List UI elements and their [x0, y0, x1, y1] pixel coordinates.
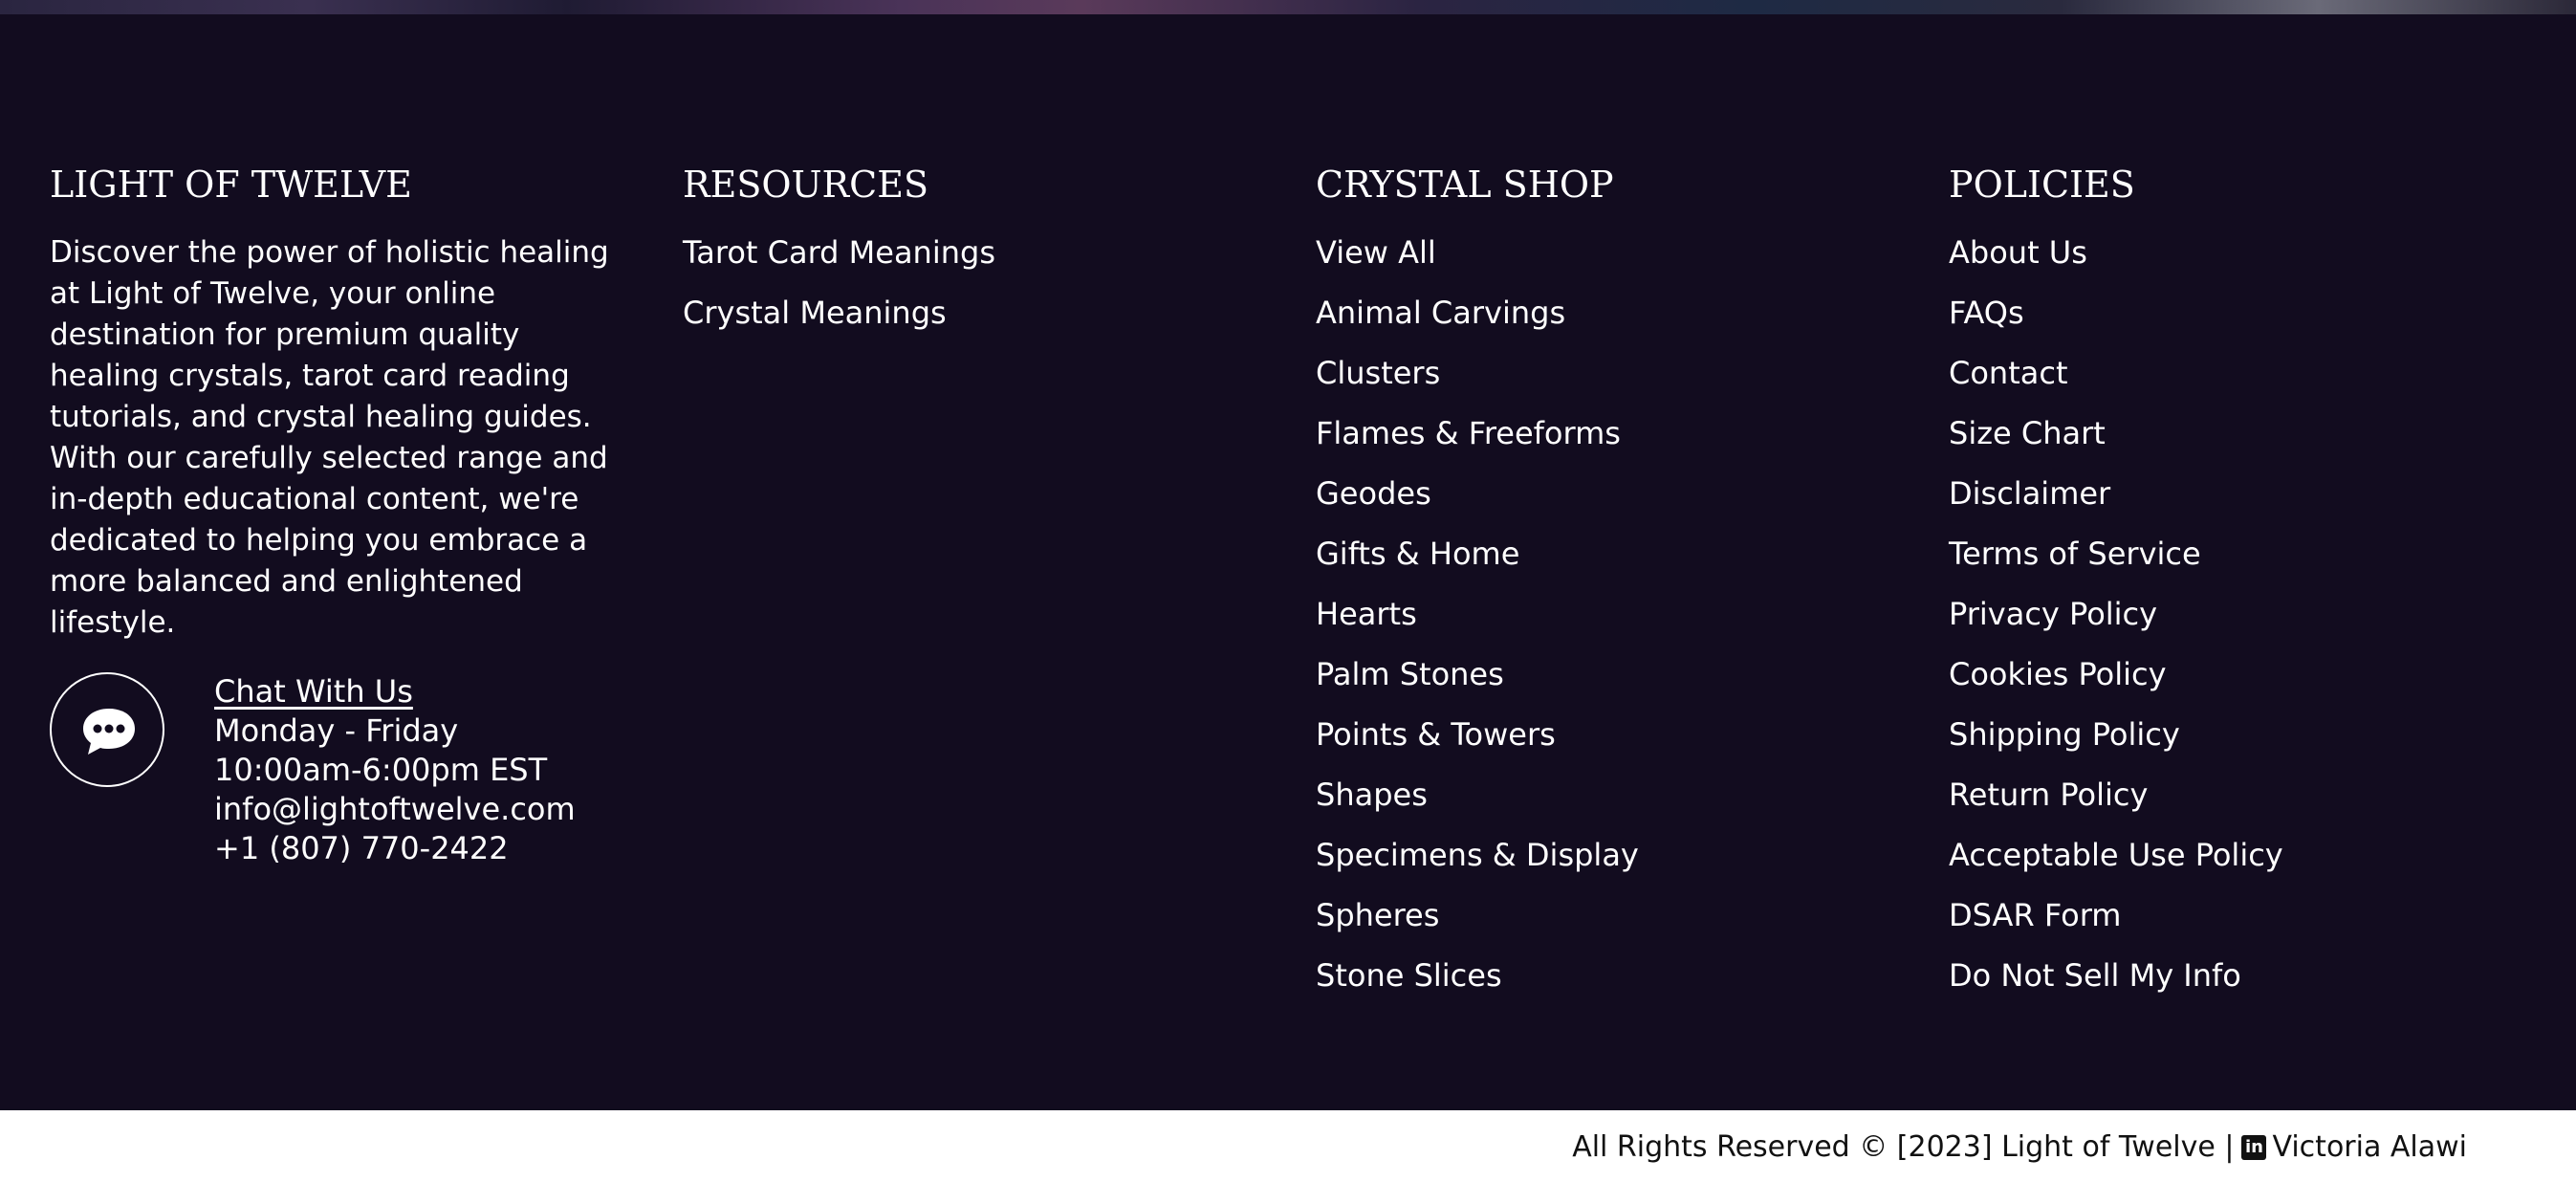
list-item: Palm Stones: [1316, 654, 1889, 714]
chat-with-us-link[interactable]: Chat With Us: [214, 673, 413, 710]
list-item: Tarot Card Meanings: [683, 232, 1256, 293]
contact-phone[interactable]: +1 (807) 770-2422: [214, 829, 576, 868]
footer-link[interactable]: Cookies Policy: [1949, 656, 2167, 692]
footer-link[interactable]: DSAR Form: [1949, 897, 2121, 933]
contact-hours: 10:00am-6:00pm EST: [214, 752, 548, 788]
resources-link-list: Tarot Card Meanings Crystal Meanings: [683, 232, 1256, 353]
footer-link[interactable]: Do Not Sell My Info: [1949, 957, 2241, 994]
footer-column-policies: POLICIES About Us FAQs Contact Size Char…: [1949, 148, 2522, 1016]
footer-column-crystal-shop: CRYSTAL SHOP View All Animal Carvings Cl…: [1316, 148, 1889, 1016]
copyright-line: All Rights Reserved © [2023] Light of Tw…: [1572, 1128, 2467, 1167]
copyright-bar: All Rights Reserved © [2023] Light of Tw…: [0, 1110, 2576, 1182]
crystal-shop-heading: CRYSTAL SHOP: [1316, 164, 1614, 206]
list-item: Contact: [1949, 353, 2522, 413]
site-footer: LIGHT OF TWELVE Discover the power of ho…: [0, 14, 2576, 1110]
brand-description: Discover the power of holistic healing a…: [50, 235, 609, 640]
list-item: View All: [1316, 232, 1889, 293]
crystal-shop-link-list: View All Animal Carvings Clusters Flames…: [1316, 232, 1889, 1016]
footer-link[interactable]: Animal Carvings: [1316, 295, 1565, 331]
contact-email[interactable]: info@lightoftwelve.com: [214, 790, 576, 829]
chat-button[interactable]: [50, 672, 164, 787]
list-item: Shipping Policy: [1949, 714, 2522, 775]
list-item: Terms of Service: [1949, 534, 2522, 594]
list-item: Flames & Freeforms: [1316, 413, 1889, 473]
list-item: Cookies Policy: [1949, 654, 2522, 714]
footer-link[interactable]: Gifts & Home: [1316, 536, 1519, 572]
footer-link[interactable]: Shipping Policy: [1949, 716, 2180, 753]
footer-link[interactable]: Hearts: [1316, 596, 1417, 632]
list-item: DSAR Form: [1949, 895, 2522, 955]
resources-heading: RESOURCES: [683, 164, 929, 206]
list-item: Hearts: [1316, 594, 1889, 654]
policies-link-list: About Us FAQs Contact Size Chart Disclai…: [1949, 232, 2522, 1016]
contact-details: Chat With Us Monday - Friday 10:00am-6:0…: [214, 672, 576, 868]
footer-link[interactable]: Terms of Service: [1949, 536, 2201, 572]
chat-bubble-icon: [83, 709, 135, 755]
list-item: Points & Towers: [1316, 714, 1889, 775]
list-item: Stone Slices: [1316, 955, 1889, 1016]
list-item: Clusters: [1316, 353, 1889, 413]
list-item: Privacy Policy: [1949, 594, 2522, 654]
list-item: Return Policy: [1949, 775, 2522, 835]
copyright-text: All Rights Reserved © [2023] Light of Tw…: [1572, 1130, 2235, 1164]
list-item: Specimens & Display: [1316, 835, 1889, 895]
hero-image-strip: [0, 0, 2576, 14]
footer-link[interactable]: Tarot Card Meanings: [683, 234, 995, 271]
contact-block: Chat With Us Monday - Friday 10:00am-6:0…: [50, 672, 633, 883]
list-item: FAQs: [1949, 293, 2522, 353]
list-item: Gifts & Home: [1316, 534, 1889, 594]
footer-column-resources: RESOURCES Tarot Card Meanings Crystal Me…: [683, 148, 1256, 353]
footer-link[interactable]: Shapes: [1316, 777, 1428, 813]
footer-link[interactable]: FAQs: [1949, 295, 2024, 331]
footer-link[interactable]: Palm Stones: [1316, 656, 1504, 692]
policies-heading: POLICIES: [1949, 164, 2135, 206]
list-item: Geodes: [1316, 473, 1889, 534]
footer-link[interactable]: Privacy Policy: [1949, 596, 2157, 632]
footer-link[interactable]: Acceptable Use Policy: [1949, 837, 2283, 873]
footer-link[interactable]: About Us: [1949, 234, 2087, 271]
list-item: Spheres: [1316, 895, 1889, 955]
list-item: About Us: [1949, 232, 2522, 293]
author-link[interactable]: Victoria Alawi: [2272, 1128, 2467, 1167]
footer-link[interactable]: Flames & Freeforms: [1316, 415, 1621, 451]
list-item: Shapes: [1316, 775, 1889, 835]
list-item: Disclaimer: [1949, 473, 2522, 534]
list-item: Animal Carvings: [1316, 293, 1889, 353]
footer-link[interactable]: Specimens & Display: [1316, 837, 1639, 873]
footer-link[interactable]: View All: [1316, 234, 1436, 271]
footer-link[interactable]: Points & Towers: [1316, 716, 1556, 753]
footer-link[interactable]: Crystal Meanings: [683, 295, 947, 331]
footer-link[interactable]: Contact: [1949, 355, 2068, 391]
footer-link[interactable]: Return Policy: [1949, 777, 2148, 813]
footer-link[interactable]: Clusters: [1316, 355, 1440, 391]
footer-link[interactable]: Geodes: [1316, 475, 1431, 512]
footer-column-about: LIGHT OF TWELVE Discover the power of ho…: [50, 148, 633, 883]
brand-heading: LIGHT OF TWELVE: [50, 164, 412, 206]
footer-link[interactable]: Disclaimer: [1949, 475, 2110, 512]
list-item: Size Chart: [1949, 413, 2522, 473]
list-item: Do Not Sell My Info: [1949, 955, 2522, 1016]
footer-link[interactable]: Size Chart: [1949, 415, 2106, 451]
footer-link[interactable]: Stone Slices: [1316, 957, 1502, 994]
list-item: Acceptable Use Policy: [1949, 835, 2522, 895]
list-item: Crystal Meanings: [683, 293, 1256, 353]
linkedin-icon[interactable]: in: [2241, 1135, 2267, 1160]
footer-link[interactable]: Spheres: [1316, 897, 1439, 933]
contact-days: Monday - Friday: [214, 712, 459, 749]
